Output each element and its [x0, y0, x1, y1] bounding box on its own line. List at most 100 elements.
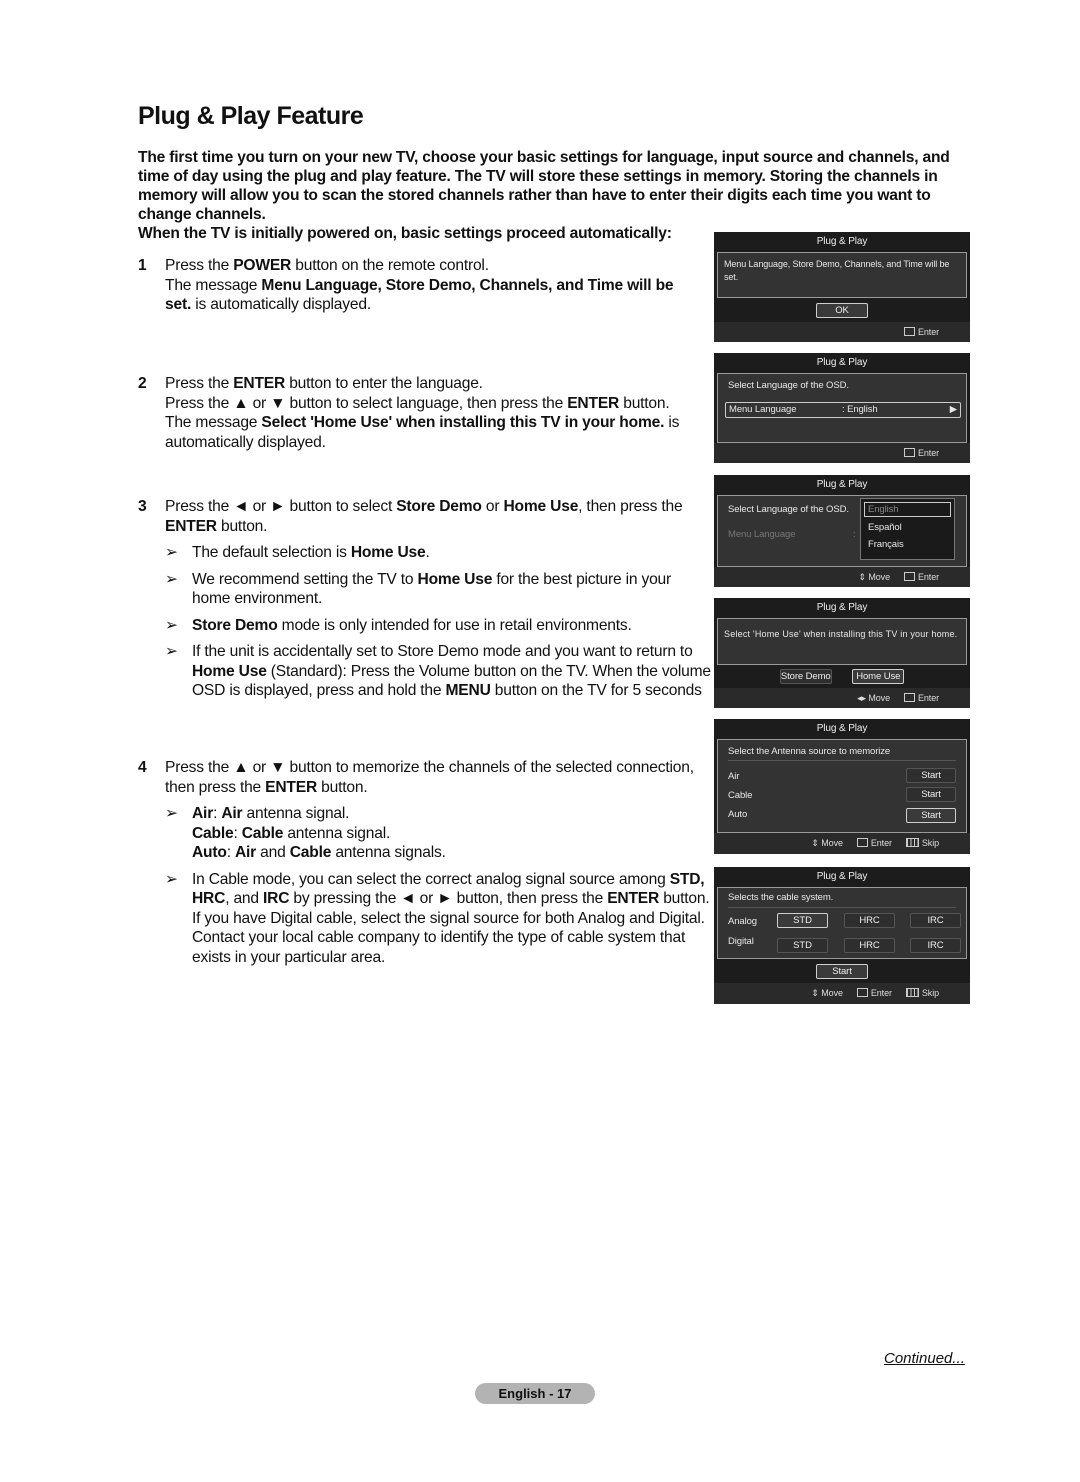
air-start-button[interactable]: Start [906, 768, 956, 783]
text: Home Use [417, 570, 493, 588]
enter-icon [903, 693, 915, 703]
enter-icon [903, 572, 915, 582]
text: button on the remote control. [291, 257, 489, 274]
text: Press the ▲ or ▼ button to select langua… [165, 394, 568, 412]
osd-footer: ⇕ Move Enter Skip [714, 983, 970, 1004]
text: Enter [917, 327, 939, 337]
text: Enter [917, 572, 939, 582]
divider [728, 907, 956, 908]
osd-message-box: Select 'Home Use' when installing this T… [717, 618, 967, 665]
continued-link[interactable]: Continued... [884, 1350, 965, 1367]
enter-hint: Enter [856, 988, 892, 998]
arrow-icon: ➢ [165, 870, 178, 888]
text: Cable [241, 824, 284, 842]
menu-language-label: Menu Language [728, 529, 796, 540]
start-button[interactable]: Start [816, 964, 868, 979]
text: antenna signal. [242, 805, 350, 822]
osd-antenna-source: Plug & Play Select the Antenna source to… [714, 719, 970, 854]
note: ➢ In Cable mode, you can select the corre… [165, 870, 718, 968]
colon: : [853, 529, 856, 540]
text: button to enter the language. [285, 375, 483, 392]
osd-content-box: Selects the cable system. Analog Digital… [717, 887, 967, 959]
digital-irc-button[interactable]: IRC [910, 938, 961, 953]
enter-hint: Enter [903, 448, 939, 458]
skip-hint: Skip [905, 988, 939, 998]
text: Move [868, 572, 890, 582]
osd-footer: ⇕ Move Enter Skip [714, 833, 970, 854]
osd-language-dropdown: Plug & Play Select Language of the OSD. … [714, 475, 970, 587]
text: Press the ◄ or ► button to select [165, 498, 397, 515]
step-2: 2 Press the ENTER button to enter the la… [138, 374, 713, 452]
analog-label: Analog [728, 916, 757, 927]
text: Cable [192, 824, 234, 842]
text: ENTER [265, 778, 318, 796]
osd-header: Plug & Play [816, 479, 868, 490]
text: POWER [233, 257, 292, 274]
analog-hrc-button[interactable]: HRC [844, 913, 895, 928]
option-espanol[interactable]: Español [861, 522, 954, 533]
osd-cable-system: Plug & Play Selects the cable system. An… [714, 867, 970, 1004]
osd-header: Plug & Play [816, 723, 868, 734]
text: Store Demo [396, 498, 482, 515]
osd-prompt: Select the Antenna source to memorize [728, 746, 891, 757]
analog-irc-button[interactable]: IRC [910, 913, 961, 928]
enter-hint: Enter [856, 838, 892, 848]
move-hint: ⇕ Move [811, 838, 843, 848]
text: The message [165, 414, 262, 431]
skip-icon [905, 988, 919, 998]
text: The default selection is [192, 544, 351, 561]
skip-icon [905, 838, 919, 848]
text: : [226, 844, 235, 861]
text: Press the [165, 375, 234, 392]
text: Move [821, 838, 843, 848]
auto-label: Auto [728, 809, 748, 820]
up-down-icon: ⇕ [811, 988, 819, 998]
divider [728, 760, 956, 761]
text: button. [317, 778, 368, 796]
text: is automatically displayed. [191, 296, 371, 313]
step-number: 2 [138, 375, 147, 392]
osd-message-box: Menu Language, Store Demo, Channels, and… [717, 252, 967, 298]
digital-std-button[interactable]: STD [777, 938, 828, 953]
enter-icon [903, 327, 915, 337]
text: ENTER [567, 394, 620, 412]
text: Press the ▲ or ▼ button to memorize the … [165, 759, 694, 796]
osd-content-box: Select the Antenna source to memorize Ai… [717, 739, 967, 833]
note: ➢ We recommend setting the TV to Home Use… [165, 570, 713, 609]
osd-footer: ◂▸ Move Enter [714, 688, 970, 708]
step-3: 3 Press the ◄ or ► button to select Stor… [138, 497, 713, 701]
cable-label: Cable [728, 790, 753, 801]
osd-prompt: Select Language of the OSD. [728, 380, 849, 391]
note: ➢ If the unit is accidentally set to Stor… [165, 642, 713, 701]
page-number-badge: English - 17 [475, 1383, 595, 1404]
language-dropdown: English Español Français [860, 498, 955, 560]
skip-hint: Skip [905, 838, 939, 848]
text: The message [165, 276, 262, 294]
page-title: Plug & Play Feature [138, 102, 364, 130]
menu-language-row[interactable]: Menu Language : English ▶ [725, 402, 961, 418]
home-use-button[interactable]: Home Use [852, 669, 905, 684]
osd-message: Select 'Home Use' when installing this T… [724, 629, 958, 639]
option-francais[interactable]: Français [861, 539, 954, 550]
move-hint: ◂▸ Move [857, 693, 890, 703]
store-demo-button[interactable]: Store Demo [779, 669, 832, 684]
arrow-icon: ➢ [165, 544, 178, 561]
auto-start-button[interactable]: Start [906, 808, 956, 823]
digital-hrc-button[interactable]: HRC [844, 938, 895, 953]
osd-footer: Enter [714, 322, 970, 342]
menu-language-label: Menu Language [729, 404, 797, 415]
ok-button[interactable]: OK [816, 303, 868, 318]
text: MENU [445, 682, 491, 699]
arrow-icon: ➢ [165, 643, 178, 660]
text: or [481, 498, 504, 515]
cable-start-button[interactable]: Start [906, 787, 956, 802]
text: Press the [165, 257, 234, 274]
arrow-icon: ➢ [165, 616, 178, 634]
text: Air [221, 805, 243, 822]
step-number: 1 [138, 257, 147, 274]
analog-std-button[interactable]: STD [777, 913, 828, 928]
up-down-icon: ⇕ [811, 838, 819, 848]
text: Air [192, 805, 214, 822]
option-english[interactable]: English [864, 502, 951, 517]
text: If the unit is accidentally set to Store… [192, 643, 693, 660]
